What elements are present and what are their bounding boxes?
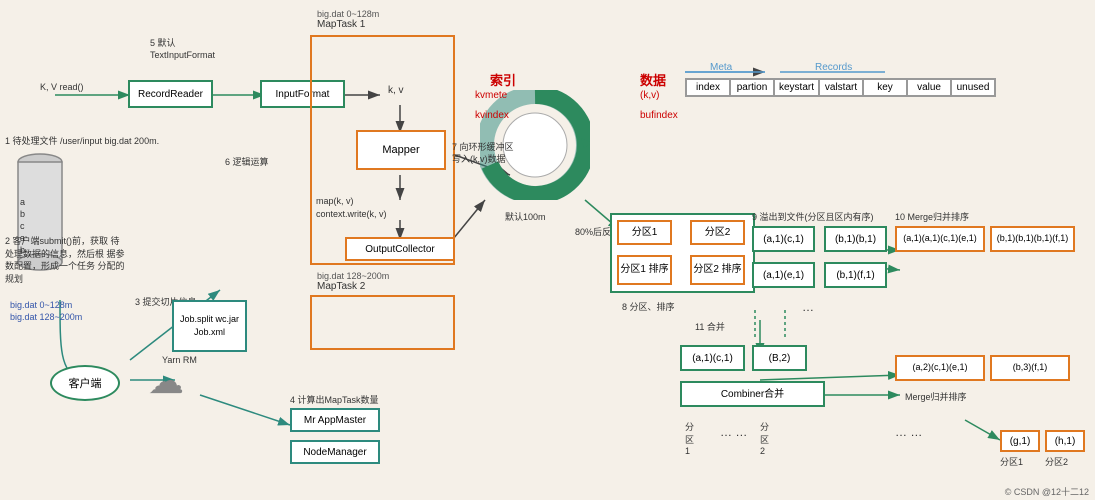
step4-label: 4 计算出MapTask数量 [290,393,379,406]
footnote: © CSDN @12十二12 [1005,485,1089,498]
sort-result4: (b,1)(f,1) [824,262,887,288]
col-value: value [907,79,951,96]
kv-label: K, V read() [40,82,84,94]
merge-result2: (b,1)(b,1)(b,1)(f,1) [990,226,1075,252]
step5-label: 5 默认 TextInputFormat [150,38,215,61]
final-part2-label: 分区2 [1045,455,1068,468]
bigdat-blue2: big.dat 128~200m [10,312,82,322]
final-h1-box: (h,1) [1045,430,1085,452]
maptask1-label: MapTask 1 [317,19,365,30]
client-ellipse: 客户端 [50,365,120,401]
dotdotdot2: … … [720,425,747,439]
col-unused: unused [951,79,995,96]
partition-container: 分区1 分区2 分区1 排序 分区2 排序 [610,213,755,293]
step6-label: 6 逻辑运算 [225,155,269,168]
partition1-box: 分区1 [617,220,672,245]
map-context-label: map(k, v) context.write(k, v) [316,195,387,220]
combiner-box: Combiner合并 [680,381,825,407]
mapper-box: Mapper [356,130,446,170]
merge-sort-label: Merge归并排序 [905,390,967,403]
partition2-sort-box: 分区2 排序 [690,255,745,285]
kv2-label: k, v [388,85,404,96]
dotdotdot1: … [802,300,814,314]
jobsplit-box: Job.split wc.jar Job.xml [172,300,247,352]
maptask2-outer-box: MapTask 2 big.dat 128~200m [310,295,455,350]
col-partion: partion [730,79,774,96]
combiner-input2: (B,2) [752,345,807,371]
sort-result1: (a,1)(c,1) [752,226,815,252]
col-index: index [686,79,730,96]
recordreader-box: RecordReader [128,80,213,108]
kvindex-label: kvindex [475,110,509,121]
kvmete-label: kvmete [475,90,507,101]
col-valstart: valstart [819,79,863,96]
final-part1-label: 分区1 [1000,455,1023,468]
svg-text:a: a [20,197,25,207]
col-key: key [863,79,907,96]
index-label: 索引 [490,70,516,89]
step10-label: 10 Merge归并排序 [895,210,969,223]
sort-result2: (b,1)(b,1) [824,226,887,252]
step9-label: 9 溢出到文件(分区且区内有序) [752,210,874,223]
step8-label: 8 分区、排序 [622,300,675,313]
col-keystart: keystart [774,79,819,96]
step1-label: 1 待处理文件 /user/input big.dat 200m. [5,135,159,148]
dotdotdot3: … … [895,425,922,439]
data-label: 数据 [640,70,666,89]
combiner-result1-box: (a,2)(c,1)(e,1) [895,355,985,381]
bigdat-range1-label: big.dat 0~128m [317,9,379,19]
svg-text:Meta: Meta [710,62,733,73]
step2-label: 2 客户端submit()前，获取 待处理数据的信息，然后根 据参数配置，形成一… [5,235,125,285]
partition1-sort-box: 分区1 排序 [617,255,672,285]
meta-table: index partion keystart valstart key valu… [685,78,996,97]
cloud-icon: ☁ [148,360,184,402]
bufindex-label: bufindex [640,110,678,121]
final-g1-box: (g,1) [1000,430,1040,452]
svg-text:c: c [20,221,25,231]
default100m-label: 默认100m [505,210,546,223]
combiner-partition1-label: 分区1 [685,420,694,456]
combiner-partition2-label: 分区2 [760,420,769,456]
kv-data-label: (k,v) [640,90,659,101]
outputcollector-box: OutputCollector [345,237,455,261]
svg-text:Records: Records [815,62,852,73]
step11-label: 11 合并 [695,320,725,333]
bigdat-range2-label: big.dat 128~200m [317,271,389,281]
combiner-result2-box: (b,3)(f,1) [990,355,1070,381]
maptask2-label: MapTask 2 [317,281,365,292]
merge-result1: (a,1)(a,1)(c,1)(e,1) [895,226,985,252]
svg-text:b: b [20,209,25,219]
appmaster-box: Mr AppMaster [290,408,380,432]
sort-result3: (a,1)(e,1) [752,262,815,288]
diagram: a b c a b … 1 待处理文件 /user/input big.dat … [0,0,1095,500]
combiner-input1: (a,1)(c,1) [680,345,745,371]
partition2-box: 分区2 [690,220,745,245]
bigdat-blue1: big.dat 0~128m [10,300,72,310]
nodemanager-box: NodeManager [290,440,380,464]
step7-label: 7 向环形缓冲区 写入(k,v)数据 [452,142,514,165]
